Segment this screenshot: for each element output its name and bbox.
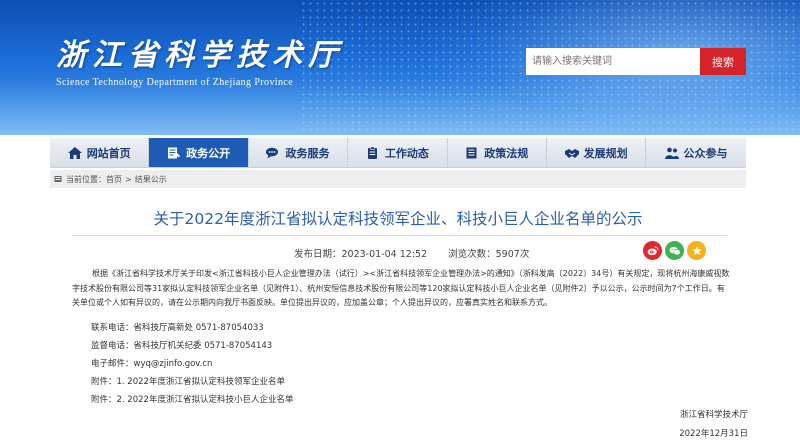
breadcrumb-home-link[interactable]: 首页 <box>106 174 122 185</box>
breadcrumb-separator: > <box>125 174 132 184</box>
share-bar <box>643 241 706 260</box>
nav-item-label: 网站首页 <box>86 146 131 160</box>
nav-item-label: 发展规划 <box>583 146 628 160</box>
clipboard-icon <box>366 146 380 159</box>
article-paragraph: 根据《浙江省科学技术厅关于印发<浙江省科技小巨人企业管理办法（试行）><浙江省科… <box>72 269 730 307</box>
nav-item-policy[interactable]: 政策法规 <box>448 138 547 167</box>
search-bar: 搜索 <box>526 48 746 75</box>
site-logo-english: Science Technology Department of Zhejian… <box>56 77 294 88</box>
banner-wave <box>0 80 800 135</box>
supervise-phone: 监督电话：省科技厅机关纪委 0571-87054143 <box>91 341 273 351</box>
signature-org: 浙江省科学技术厅 <box>679 410 748 420</box>
nav-item-home[interactable]: 网站首页 <box>50 138 150 167</box>
chat-icon <box>266 147 280 159</box>
nav-item-planning[interactable]: 发展规划 <box>547 138 647 167</box>
search-input[interactable] <box>526 48 700 75</box>
breadcrumb-current[interactable]: 结果公示 <box>135 174 167 185</box>
document-icon <box>167 147 181 159</box>
nav-item-label: 政务公开 <box>186 146 231 160</box>
search-button[interactable]: 搜索 <box>700 48 746 75</box>
main-nav: 网站首页 政务公开 政务服务 工作动态 政策法规 发展规划 公众参与 <box>50 138 746 168</box>
article-title: 关于2022年度浙江省拟认定科技领军企业、科技小巨人企业名单的公示 <box>153 210 643 228</box>
people-icon <box>664 147 679 159</box>
nav-item-government-affairs[interactable]: 政务公开 <box>149 138 249 167</box>
nav-item-services[interactable]: 政务服务 <box>249 138 349 167</box>
breadcrumb-prefix: 当前位置： <box>66 174 106 184</box>
nav-item-label: 政策法规 <box>484 146 529 160</box>
book-icon <box>465 147 479 159</box>
home-icon <box>67 146 82 159</box>
nav-item-label: 公众参与 <box>683 146 728 160</box>
nav-item-label: 工作动态 <box>384 146 429 160</box>
star-icon[interactable] <box>687 241 706 260</box>
wechat-icon[interactable] <box>665 241 684 260</box>
nav-item-public-participation[interactable]: 公众参与 <box>646 138 745 167</box>
view-count: 浏览次数：5907次 <box>448 249 530 260</box>
location-icon <box>54 175 62 183</box>
article-body: 根据《浙江省科学技术厅关于印发<浙江省科技小巨人企业管理办法（试行）><浙江省科… <box>72 267 730 311</box>
title-divider <box>72 235 727 236</box>
site-logo[interactable]: 浙江省科学技术厅 <box>56 30 344 74</box>
weibo-icon[interactable] <box>643 241 662 260</box>
contact-email: 电子邮件：wyq@zjinfo.gov.cn <box>91 359 213 369</box>
nav-item-label: 政务服务 <box>285 146 330 160</box>
contact-phone: 联系电话：省科技厅高新处 0571-87054033 <box>91 323 264 333</box>
breadcrumb: 当前位置： 首页 > 结果公示 <box>50 170 746 188</box>
nav-item-news[interactable]: 工作动态 <box>348 138 448 167</box>
signature-date: 2022年12月31日 <box>679 429 748 439</box>
header-banner: 浙江省科学技术厅 Science Technology Department o… <box>0 0 800 135</box>
publish-date: 发布日期：2023-01-04 12:52 <box>294 249 428 260</box>
attachment-link-1[interactable]: 附件：1. 2022年度浙江省拟认定科技领军企业名单 <box>91 375 285 387</box>
article-meta: 发布日期：2023-01-04 12:52 浏览次数：5907次 <box>294 246 547 260</box>
attachment-link-2[interactable]: 附件：2. 2022年度浙江省拟认定科技小巨人企业名单 <box>91 393 293 405</box>
handshake-icon <box>564 147 579 159</box>
